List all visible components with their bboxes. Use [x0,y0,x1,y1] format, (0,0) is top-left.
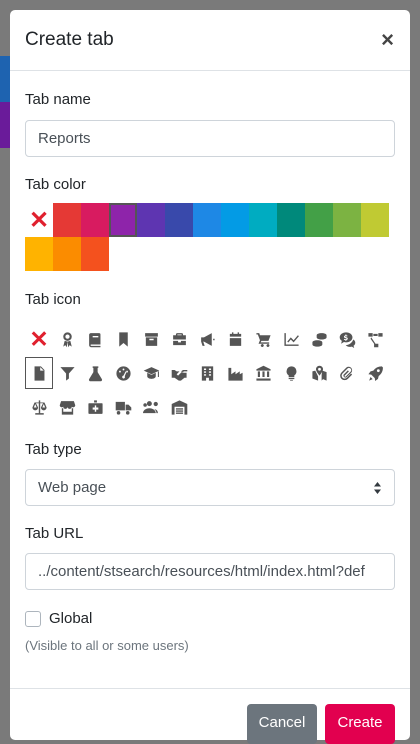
modal-title: Create tab [25,29,114,50]
tab-type-value: Web page [38,479,107,496]
lightbulb-icon[interactable] [277,357,305,389]
tachometer-icon[interactable] [109,357,137,389]
color-swatch-8[interactable] [277,203,305,237]
coins-icon[interactable] [305,323,333,355]
color-swatch-5[interactable] [193,203,221,237]
balance-scale-icon[interactable] [25,391,53,423]
building-icon[interactable] [193,357,221,389]
color-swatch-2[interactable] [109,203,137,237]
warehouse-icon[interactable] [165,391,193,423]
flask-icon[interactable] [81,357,109,389]
briefcase-icon[interactable] [165,323,193,355]
tab-name-label: Tab name [25,91,91,108]
modal-header: Create tab × [10,10,410,71]
handshake-icon[interactable] [165,357,193,389]
cancel-button[interactable]: Cancel [247,704,317,744]
no-icon-option[interactable]: ✕ [25,323,53,355]
color-swatch-14[interactable] [81,237,109,271]
store-icon[interactable] [53,391,81,423]
cart-icon[interactable] [249,323,277,355]
chart-line-icon[interactable] [277,323,305,355]
color-swatch-6[interactable] [221,203,249,237]
select-arrows-icon [374,481,381,494]
paperclip-icon[interactable] [333,357,361,389]
global-checkbox[interactable] [25,611,41,627]
create-tab-modal: Create tab × Tab name Reports Tab color … [10,10,410,744]
color-swatch-1[interactable] [81,203,109,237]
comments-dollar-icon[interactable] [333,323,361,355]
color-swatch-11[interactable] [361,203,389,237]
color-swatch-7[interactable] [249,203,277,237]
file-icon[interactable] [25,357,53,389]
color-swatch-0[interactable] [53,203,81,237]
global-label: Global [49,610,93,627]
truck-icon[interactable] [109,391,137,423]
color-swatch-3[interactable] [137,203,165,237]
backdrop-stripe-blue [0,56,10,102]
tab-type-label: Tab type [25,441,82,458]
archive-icon[interactable] [137,323,165,355]
modal-footer [10,688,410,689]
tab-name-input[interactable]: Reports [25,120,395,157]
close-button[interactable]: × [381,29,394,51]
tab-url-label: Tab URL [25,525,84,542]
create-button[interactable]: Create [325,704,395,744]
color-swatch-4[interactable] [165,203,193,237]
no-color-swatch[interactable]: ✕ [25,203,53,237]
award-icon[interactable] [53,323,81,355]
backdrop-stripe-purple [0,102,10,148]
color-swatch-9[interactable] [305,203,333,237]
tab-url-input[interactable]: ../content/stsearch/resources/html/index… [25,553,395,590]
tab-type-select[interactable]: Web page [25,469,395,506]
tab-name-value: Reports [38,130,91,147]
graduation-cap-icon[interactable] [137,357,165,389]
calendar-icon[interactable] [221,323,249,355]
industry-icon[interactable] [221,357,249,389]
first-aid-icon[interactable] [81,391,109,423]
map-marked-icon[interactable] [305,357,333,389]
project-diagram-icon[interactable] [361,323,389,355]
color-swatch-12[interactable] [25,237,53,271]
users-icon[interactable] [137,391,165,423]
tab-url-value: ../content/stsearch/resources/html/index… [38,563,365,580]
filter-icon[interactable] [53,357,81,389]
color-swatch-10[interactable] [333,203,361,237]
bookmark-icon[interactable] [109,323,137,355]
tab-icon-label: Tab icon [25,291,81,308]
bullhorn-icon[interactable] [193,323,221,355]
global-hint: (Visible to all or some users) [25,638,189,653]
landmark-icon[interactable] [249,357,277,389]
book-icon[interactable] [81,323,109,355]
rocket-icon[interactable] [361,357,389,389]
tab-color-label: Tab color [25,176,86,193]
color-swatch-13[interactable] [53,237,81,271]
